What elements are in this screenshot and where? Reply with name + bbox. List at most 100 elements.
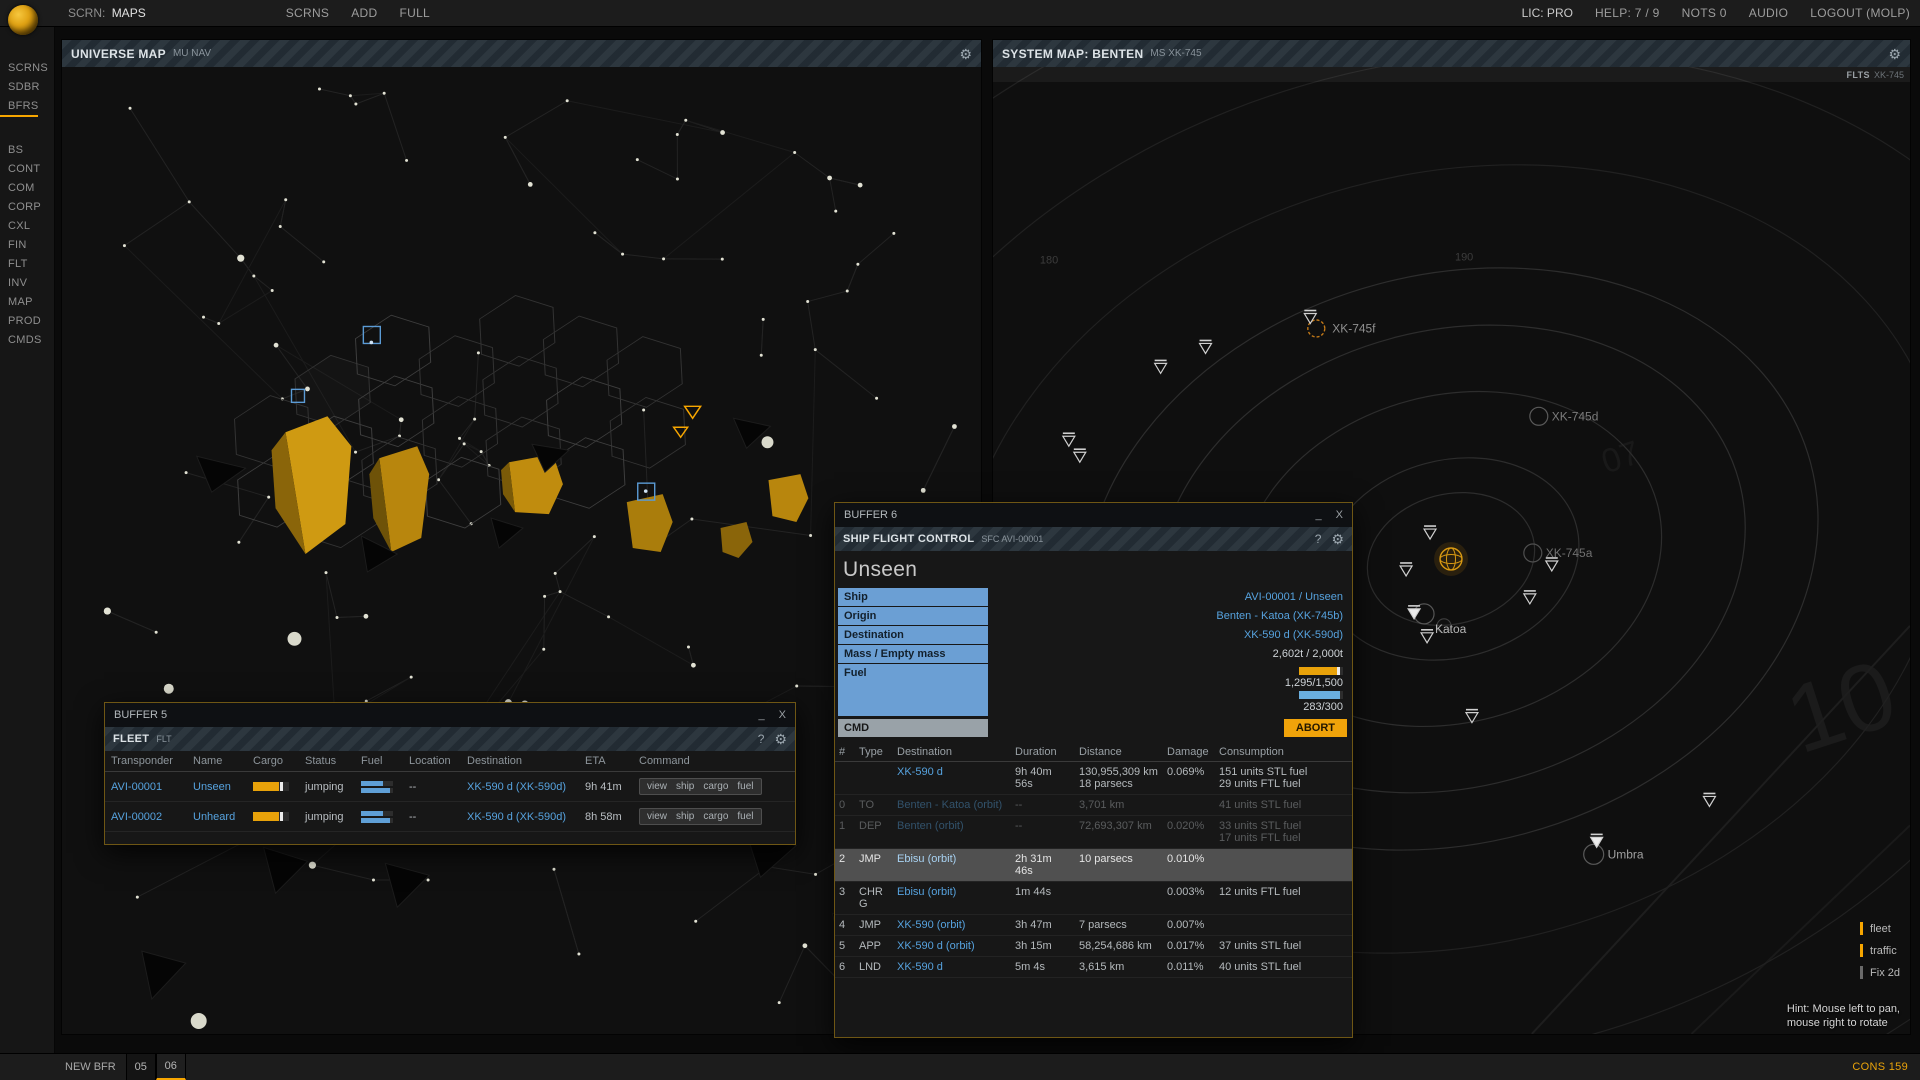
sidebar-item-flt[interactable]: FLT	[0, 255, 54, 274]
ship-icon[interactable]	[1074, 449, 1086, 462]
star-dot[interactable]	[318, 87, 321, 90]
sidebar-item-com[interactable]: COM	[0, 179, 54, 198]
buffer-tab-06[interactable]: 06	[156, 1054, 186, 1080]
buffer-tab-05[interactable]: 05	[126, 1054, 156, 1080]
star-dot[interactable]	[383, 92, 386, 95]
star-dot[interactable]	[349, 94, 352, 97]
star-dot[interactable]	[921, 488, 926, 493]
star-dot[interactable]	[577, 952, 580, 955]
star-dot[interactable]	[252, 274, 255, 277]
star-dot[interactable]	[354, 102, 357, 105]
star-dot[interactable]	[399, 417, 404, 422]
ship-icon[interactable]	[1591, 834, 1603, 847]
star-dot[interactable]	[694, 920, 697, 923]
sidebar-item-bfrs[interactable]: BFRS	[0, 97, 38, 117]
ship-icon[interactable]	[1703, 793, 1715, 806]
body-label-umbra[interactable]: Umbra	[1608, 847, 1644, 861]
minimize-icon[interactable]: _	[759, 710, 765, 721]
star-dot[interactable]	[336, 616, 339, 619]
star-dot[interactable]	[691, 663, 696, 668]
star-dot[interactable]	[325, 571, 328, 574]
ship-button[interactable]: ship	[673, 811, 697, 822]
star-dot[interactable]	[795, 685, 798, 688]
star-dot[interactable]	[458, 437, 461, 440]
segment-row[interactable]: 3 CHRG Ebisu (orbit) 1m 44s 0.003% 12 un…	[835, 882, 1352, 915]
ship-icon[interactable]	[1421, 630, 1433, 643]
full-button[interactable]: FULL	[399, 6, 430, 20]
star-dot[interactable]	[309, 862, 316, 869]
transponder-link[interactable]: AVI-00002	[111, 811, 162, 823]
star-dot[interactable]	[427, 879, 430, 882]
star-dot[interactable]	[267, 496, 270, 499]
segment-row-selected[interactable]: 2 JMP Ebisu (orbit) 2h 31m 46s 10 parsec…	[835, 849, 1352, 882]
buffer5-titlebar[interactable]: BUFFER 5 _ X	[105, 703, 795, 727]
sidebar-item-cxl[interactable]: CXL	[0, 217, 54, 236]
destination-value-link[interactable]: XK-590 d (XK-590d)	[1244, 629, 1343, 641]
star-dot[interactable]	[274, 343, 279, 348]
star-dot[interactable]	[123, 244, 126, 247]
star-dot[interactable]	[676, 133, 679, 136]
star-dot[interactable]	[504, 136, 507, 139]
transponder-link[interactable]: AVI-00001	[111, 781, 162, 793]
sidebar-item-map[interactable]: MAP	[0, 293, 54, 312]
star-dot[interactable]	[793, 151, 796, 154]
segment-dest-link[interactable]: Benten (orbit)	[897, 820, 964, 832]
view-button[interactable]: view	[644, 781, 670, 792]
star-dot[interactable]	[559, 590, 562, 593]
help-icon[interactable]: ?	[1315, 532, 1322, 546]
destination-link[interactable]: XK-590 d (XK-590d)	[467, 811, 566, 823]
add-button[interactable]: ADD	[351, 6, 377, 20]
ship-value-link[interactable]: AVI-00001 / Unseen	[1245, 591, 1343, 603]
star-dot[interactable]	[814, 348, 817, 351]
star-dot[interactable]	[217, 322, 220, 325]
ship-icon[interactable]	[1063, 433, 1075, 446]
star-dot[interactable]	[814, 873, 817, 876]
star-dot[interactable]	[636, 158, 639, 161]
ship-icon[interactable]	[1155, 360, 1167, 373]
star-dot[interactable]	[463, 442, 466, 445]
star-dot[interactable]	[721, 258, 724, 261]
star-dot[interactable]	[846, 289, 849, 292]
star-dot[interactable]	[237, 541, 240, 544]
sidebar-item-prod[interactable]: PROD	[0, 312, 54, 331]
star-dot[interactable]	[480, 450, 483, 453]
star-dot[interactable]	[237, 255, 244, 262]
segment-dest-link[interactable]: Ebisu (orbit)	[897, 886, 956, 898]
ship-button[interactable]: ship	[673, 781, 697, 792]
star-dot[interactable]	[405, 159, 408, 162]
help-icon[interactable]: ?	[758, 732, 765, 746]
star-dot[interactable]	[188, 200, 191, 203]
star-dot[interactable]	[477, 351, 480, 354]
star-dot[interactable]	[806, 300, 809, 303]
star-benten[interactable]	[1434, 542, 1468, 576]
segment-dest-link[interactable]: XK-590 d	[897, 961, 943, 973]
ship-icon[interactable]	[1400, 563, 1412, 576]
star-dot[interactable]	[690, 518, 693, 521]
fix-2d-toggle[interactable]: Fix 2d	[1860, 966, 1900, 979]
origin-value-link[interactable]: Benten - Katoa (XK-745b)	[1216, 610, 1343, 622]
settings-icon[interactable]: ⚙	[1331, 532, 1344, 546]
help-counter-button[interactable]: HELP: 7 / 9	[1595, 6, 1660, 20]
ship-name-link[interactable]: Unheard	[193, 811, 235, 823]
settings-icon[interactable]: ⚙	[959, 47, 972, 61]
star-dot[interactable]	[271, 289, 274, 292]
logout-button[interactable]: LOGOUT (MOLP)	[1810, 6, 1910, 20]
star-dot[interactable]	[642, 409, 645, 412]
cargo-button[interactable]: cargo	[700, 781, 731, 792]
star-dot[interactable]	[552, 868, 555, 871]
abort-button[interactable]: ABORT	[1284, 719, 1347, 737]
star-dot[interactable]	[856, 263, 859, 266]
star-dot[interactable]	[364, 614, 369, 619]
segment-dest-link[interactable]: XK-590 (orbit)	[897, 919, 965, 931]
star-dot[interactable]	[410, 676, 413, 679]
segment-dest-link[interactable]: Ebisu (orbit)	[897, 853, 956, 865]
fleet-markers[interactable]	[674, 406, 701, 437]
sidebar-item-inv[interactable]: INV	[0, 274, 54, 293]
ship-icon[interactable]	[1524, 591, 1536, 604]
screens-button[interactable]: SCRNS	[286, 6, 330, 20]
sidebar-item-sdbr[interactable]: SDBR	[0, 78, 54, 97]
ship-icon[interactable]	[1408, 606, 1420, 619]
star-dot[interactable]	[284, 198, 287, 201]
segment-dest-link[interactable]: Benten - Katoa (orbit)	[897, 799, 1002, 811]
star-dot[interactable]	[687, 646, 690, 649]
